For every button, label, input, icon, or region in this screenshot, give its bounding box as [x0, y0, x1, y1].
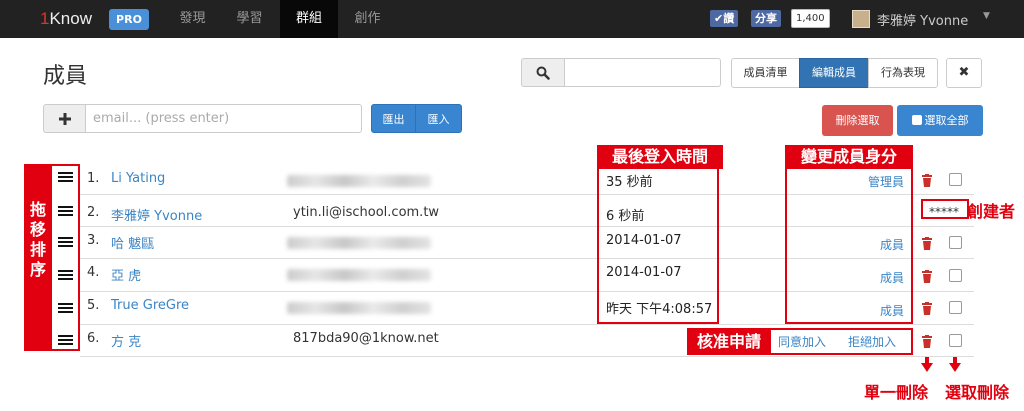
- annotation-approve-request: 核准申請: [687, 328, 771, 355]
- select-all-button[interactable]: 選取全部: [897, 105, 983, 136]
- close-button[interactable]: ✖: [946, 58, 982, 88]
- trash-icon[interactable]: [921, 335, 933, 348]
- avatar[interactable]: [852, 10, 870, 28]
- arrow-down-icon: [921, 363, 933, 372]
- trash-icon[interactable]: [921, 302, 933, 315]
- annotation-select-delete: 選取刪除: [945, 383, 1010, 402]
- member-name[interactable]: 方 克: [111, 331, 141, 350]
- annotation-login-box: [597, 166, 719, 324]
- tab-edit-members[interactable]: 編輯成員: [799, 58, 869, 88]
- redacted-email: [287, 302, 431, 314]
- tab-behavior[interactable]: 行為表現: [868, 58, 938, 88]
- member-email: 817bda90@1know.net: [293, 331, 439, 346]
- user-menu[interactable]: 李雅婷 Yvonne: [877, 10, 968, 29]
- checkbox-icon: [911, 115, 922, 125]
- member-name[interactable]: True GreGre: [111, 298, 189, 313]
- caret-down-icon[interactable]: ▼: [983, 11, 990, 21]
- row-checkbox[interactable]: [949, 301, 962, 314]
- arrow-down-icon: [949, 363, 961, 372]
- annotation-role-box: [785, 166, 913, 324]
- annotation-drag-sort: 拖移排序: [24, 164, 52, 351]
- member-name[interactable]: 哈 魃甌: [111, 233, 154, 252]
- redacted-email: [287, 269, 431, 281]
- annotation-creator-box: [921, 199, 969, 219]
- row-number: 6.: [87, 331, 100, 346]
- annotation-single-delete: 單一刪除: [864, 383, 929, 402]
- plus-icon: [59, 113, 71, 125]
- trash-icon[interactable]: [921, 174, 933, 187]
- row-divider: [80, 356, 974, 357]
- redacted-email: [287, 237, 431, 249]
- row-number: 1.: [87, 171, 100, 186]
- add-member-button[interactable]: [43, 104, 86, 133]
- row-number: 3.: [87, 233, 100, 248]
- row-checkbox[interactable]: [949, 334, 962, 347]
- share-count: 1,400: [791, 9, 830, 28]
- row-number: 5.: [87, 298, 100, 313]
- row-checkbox[interactable]: [949, 173, 962, 186]
- member-name[interactable]: 李雅婷 Yvonne: [111, 205, 202, 224]
- row-checkbox[interactable]: [949, 269, 962, 282]
- nav-discover[interactable]: 發現: [165, 0, 220, 38]
- delete-selected-button[interactable]: 刪除選取: [822, 105, 893, 136]
- trash-icon[interactable]: [921, 237, 933, 250]
- annotation-last-login: 最後登入時間: [597, 145, 723, 169]
- facebook-like-button[interactable]: ✔讚: [710, 10, 739, 27]
- top-navbar: 1Know PRO 發現 學習 群組 創作 ✔讚 分享 1,400 李雅婷 Yv…: [0, 0, 1024, 38]
- tab-member-list[interactable]: 成員清單: [731, 58, 800, 88]
- brand-logo[interactable]: 1Know: [40, 9, 92, 29]
- search-icon: [536, 66, 550, 80]
- export-button[interactable]: 匯出: [371, 104, 416, 133]
- member-name[interactable]: 亞 虎: [111, 265, 141, 284]
- annotation-drag-box-inner: [52, 164, 80, 351]
- nav-groups[interactable]: 群組: [280, 0, 338, 38]
- row-number: 4.: [87, 265, 100, 280]
- facebook-share-button[interactable]: 分享: [751, 10, 781, 27]
- email-input[interactable]: [85, 104, 362, 133]
- search-button[interactable]: [521, 58, 565, 87]
- row-number: 2.: [87, 205, 100, 220]
- annotation-change-role: 變更成員身分: [785, 145, 913, 169]
- search-input[interactable]: [564, 58, 721, 87]
- redacted-email: [287, 175, 431, 187]
- nav-create[interactable]: 創作: [340, 0, 395, 38]
- trash-icon[interactable]: [921, 270, 933, 283]
- annotation-creator: 創建者: [967, 202, 1016, 221]
- member-name[interactable]: Li Yating: [111, 171, 165, 186]
- nav-learn[interactable]: 學習: [222, 0, 277, 38]
- row-divider: [80, 324, 974, 325]
- member-email: ytin.li@ischool.com.tw: [293, 205, 440, 220]
- pro-badge: PRO: [109, 9, 149, 30]
- import-button[interactable]: 匯入: [415, 104, 462, 133]
- page-title: 成員: [43, 64, 88, 89]
- row-checkbox[interactable]: [949, 236, 962, 249]
